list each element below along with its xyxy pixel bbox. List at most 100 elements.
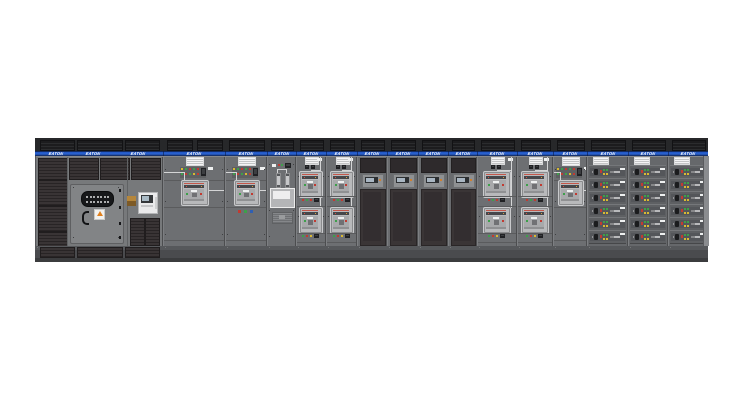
indicator-light [644, 221, 646, 223]
indicator-light [603, 169, 605, 171]
hmi-screen [456, 177, 469, 183]
circuit-breaker-unit[interactable] [331, 208, 353, 233]
indicator-light [687, 182, 689, 184]
screw-dot [584, 169, 585, 170]
drawer-breaker-knob[interactable] [635, 182, 639, 188]
indicator-light [496, 199, 498, 201]
top-access-panel [451, 158, 476, 173]
ventilation-grille [491, 157, 505, 165]
indicator-light [687, 212, 689, 214]
hmi-display-unit[interactable] [362, 174, 384, 188]
cabinet-door [421, 189, 447, 246]
drawer-breaker-knob[interactable] [635, 208, 639, 214]
ventilation-grille [593, 157, 609, 165]
hmi-screen [365, 177, 378, 183]
feeder-breaker-section-2 [326, 156, 357, 246]
circuit-breaker-unit[interactable] [182, 181, 208, 205]
drawer-breaker-knob[interactable] [675, 234, 679, 240]
drawer-breaker-knob[interactable] [675, 169, 679, 175]
mini-meter-window [501, 235, 504, 236]
equipment-door-3 [418, 156, 448, 246]
drawer-handle-grip [651, 223, 655, 225]
indicator-light [687, 221, 689, 223]
hmi-display-unit[interactable] [453, 174, 475, 188]
circuit-breaker-unit[interactable] [522, 172, 548, 197]
circuit-breaker-unit[interactable] [300, 208, 322, 233]
breaker-charge-indicator [186, 193, 188, 195]
drawer-breaker-knob[interactable] [675, 208, 679, 214]
base-bottom-edge [35, 258, 708, 262]
section-edge-highlight [448, 156, 449, 246]
drawer-breaker-knob[interactable] [594, 234, 598, 240]
drawer-handle-grip [610, 197, 614, 199]
indicator-light [684, 212, 686, 214]
indicator-light [557, 168, 559, 170]
section-edge-highlight [267, 156, 268, 246]
breaker-trip-indicator [251, 193, 253, 195]
drawer-breaker-knob[interactable] [635, 169, 639, 175]
indicator-light [565, 173, 567, 175]
screw-dot [328, 216, 329, 217]
drawer-breaker-knob[interactable] [594, 182, 598, 188]
hmi-display-unit[interactable] [393, 174, 415, 188]
breaker-bottom-rail [333, 191, 349, 193]
meter-side-tab [155, 197, 157, 209]
breaker-indicator-dot [252, 186, 253, 187]
circuit-breaker-unit[interactable] [522, 208, 548, 233]
circuit-breaker-unit[interactable] [484, 208, 510, 233]
breaker-indicator-dot [239, 186, 240, 187]
label-plate [307, 181, 313, 183]
drawer-breaker-knob[interactable] [635, 195, 639, 201]
indicator-light [606, 186, 608, 188]
transformer-face [273, 191, 290, 199]
roof-vent-panel [632, 140, 666, 151]
drawer-breaker-knob[interactable] [635, 221, 639, 227]
drawer-handle-grip [651, 197, 655, 199]
indicator-light [644, 169, 646, 171]
drawer-breaker-knob[interactable] [675, 221, 679, 227]
drawer-breaker-knob[interactable] [594, 221, 598, 227]
drawer-breaker-knob[interactable] [635, 234, 639, 240]
indicator-light [647, 195, 649, 197]
breaker-rating-plug [494, 184, 499, 189]
circuit-breaker-unit[interactable] [484, 172, 510, 197]
hmi-display-unit[interactable] [423, 174, 445, 188]
indicator-light [603, 195, 605, 197]
drawer-breaker-knob[interactable] [594, 208, 598, 214]
label-plate [660, 220, 665, 222]
circuit-breaker-unit[interactable] [300, 172, 322, 197]
drawer-breaker-knob[interactable] [675, 195, 679, 201]
indicator-light [573, 173, 575, 175]
breaker-indicator-dot [526, 213, 527, 214]
cabinet-door [451, 189, 476, 246]
drawer-breaker-knob[interactable] [594, 195, 598, 201]
indicator-light [681, 235, 683, 238]
screw-dot [479, 216, 480, 217]
compartment-seam [517, 233, 553, 234]
indicator-light [181, 168, 183, 170]
door-handle[interactable] [82, 211, 89, 225]
utility-door [70, 184, 124, 244]
breaker-indicator-dot [335, 177, 336, 178]
indicator-light [561, 173, 563, 175]
screw-dot [293, 236, 294, 237]
indicator-light [647, 208, 649, 210]
mimic-bus-line [342, 170, 352, 171]
base-screw-dot [555, 247, 556, 248]
indicator-light [644, 225, 646, 227]
mcc-drawer-row [589, 165, 626, 179]
drawer-breaker-knob[interactable] [594, 169, 598, 175]
mcc-section-2 [628, 156, 668, 246]
circuit-breaker-unit[interactable] [559, 181, 583, 205]
indicator-light [249, 173, 251, 175]
breaker-trip-indicator [575, 193, 577, 195]
connector-pin [97, 201, 99, 203]
circuit-breaker-unit[interactable] [235, 181, 259, 205]
connector-pin [86, 196, 88, 198]
main-breaker-section-1 [163, 156, 225, 246]
label-plate [307, 217, 313, 219]
drawer-breaker-knob[interactable] [675, 182, 679, 188]
circuit-breaker-unit[interactable] [331, 172, 353, 197]
base-louver [77, 247, 123, 258]
mini-meter [345, 234, 350, 238]
